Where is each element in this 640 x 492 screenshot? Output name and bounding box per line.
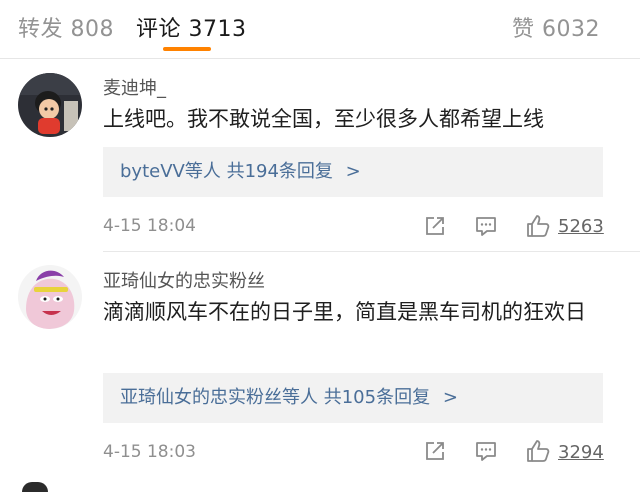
reply-count: 共105条回复 (323, 387, 431, 408)
tab-divider (0, 58, 640, 59)
share-icon[interactable] (422, 213, 448, 239)
active-tab-indicator (163, 47, 211, 51)
reply-summary[interactable]: 亚琦仙女的忠实粉丝等人 共105条回复 > (103, 373, 603, 423)
chevron-right-icon: > (442, 387, 458, 408)
thumbs-up-icon[interactable] (525, 213, 551, 239)
comment-icon[interactable] (473, 438, 499, 464)
avatar[interactable] (18, 73, 82, 137)
timestamp: 4-15 18:04 (103, 216, 196, 236)
chevron-right-icon: > (345, 161, 361, 182)
tab-like[interactable]: 赞 6032 (512, 11, 600, 43)
tab-comment[interactable]: 评论 3713 (136, 11, 246, 43)
reply-summary[interactable]: byteVV等人 共194条回复 > (103, 147, 603, 197)
thumbs-up-icon[interactable] (525, 438, 551, 464)
timestamp: 4-15 18:03 (103, 442, 196, 462)
reply-count: 共194条回复 (226, 161, 333, 182)
reply-users: 亚琦仙女的忠实粉丝等人 (120, 387, 318, 408)
reply-users: byteVV等人 (120, 161, 221, 182)
username[interactable]: 亚琦仙女的忠实粉丝 (103, 267, 265, 293)
tab-forward[interactable]: 转发 808 (18, 11, 114, 43)
avatar[interactable] (18, 265, 82, 329)
next-avatar-partial (22, 482, 48, 492)
comment-text: 上线吧。我不敢说全国，至少很多人都希望上线 (103, 107, 544, 131)
tab-bar: 转发 808 评论 3713 赞 6032 (0, 0, 640, 59)
like-count[interactable]: 3294 (558, 442, 604, 463)
like-count[interactable]: 5263 (558, 216, 604, 237)
share-icon[interactable] (422, 438, 448, 464)
comment-icon[interactable] (473, 213, 499, 239)
comment-text: 滴滴顺风车不在的日子里，简直是黑车司机的狂欢日 (103, 300, 586, 324)
comment-divider (103, 251, 640, 252)
username[interactable]: 麦迪坤_ (103, 74, 166, 100)
